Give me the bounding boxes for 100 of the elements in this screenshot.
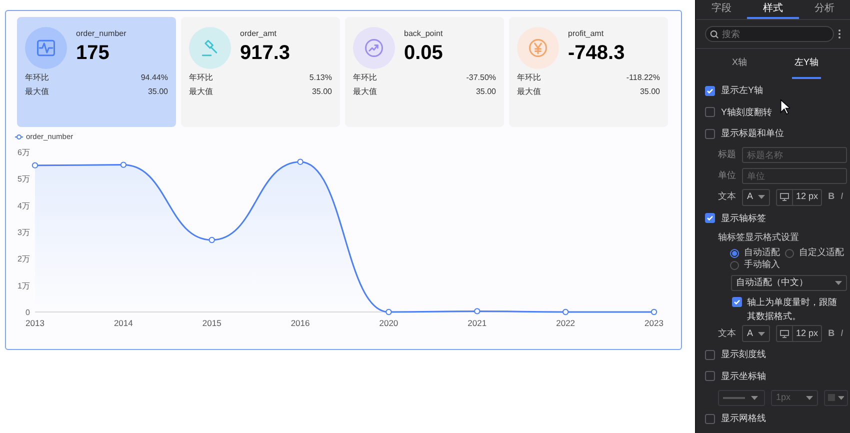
- metric-card[interactable]: order_amt 917.3 年环比 5.13% 最大值 35.00: [181, 17, 340, 127]
- panel-tab[interactable]: 字段: [696, 0, 748, 19]
- y-axis-label: 3万: [18, 228, 30, 237]
- data-point: [208, 236, 215, 244]
- y-axis-label: 5万: [18, 174, 30, 184]
- axis-tab[interactable]: X轴: [730, 49, 749, 79]
- stat-value: 94.44%: [140, 72, 168, 84]
- caret-icon: [758, 332, 766, 336]
- checkbox[interactable]: [705, 107, 715, 118]
- radio-button[interactable]: [730, 248, 739, 258]
- data-point: [474, 308, 480, 314]
- data-point: [120, 162, 127, 168]
- checkbox[interactable]: [705, 213, 715, 224]
- x-axis-label: 2022: [556, 318, 576, 328]
- x-axis-label: 2015: [202, 318, 222, 328]
- panel-tab[interactable]: 样式: [747, 0, 799, 19]
- checkbox[interactable]: [705, 86, 715, 96]
- yen-icon: [527, 37, 549, 59]
- metric-card[interactable]: back_point 0.05 年环比 -37.50% 最大值 35.00: [345, 17, 504, 127]
- font-size-value: 12 px: [795, 326, 820, 340]
- metric-name: order_amt: [240, 28, 278, 40]
- line-style-dropdown[interactable]: [718, 390, 765, 406]
- row-label: 文本: [718, 326, 736, 340]
- pulse-icon: [35, 37, 57, 59]
- stat-value: 35.00: [476, 86, 496, 98]
- checkbox[interactable]: [705, 128, 715, 139]
- section-heading: 轴标签显示格式设置: [717, 231, 800, 244]
- option-label: 显示轴标签: [721, 212, 766, 224]
- x-axis-label: 2014: [114, 318, 133, 328]
- data-point: [562, 308, 569, 316]
- x-axis-label: 2023: [644, 318, 664, 328]
- metric-value: -748.3: [568, 41, 625, 66]
- data-point: [32, 162, 38, 168]
- text-field[interactable]: 标题名称: [742, 147, 847, 163]
- data-point: [650, 308, 658, 316]
- option-label: 显示坐标轴: [721, 370, 766, 382]
- stat-value: -118.22%: [626, 72, 660, 84]
- format-dropdown[interactable]: 自动适配（中文）: [731, 275, 847, 291]
- metric-name: profit_amt: [568, 28, 605, 40]
- metric-name: back_point: [404, 28, 443, 40]
- option-label: 显示左Y轴: [721, 84, 764, 97]
- stat-label: 年环比: [353, 72, 377, 84]
- color-swatch: [828, 394, 834, 401]
- legend-marker-icon: [15, 134, 23, 140]
- panel-tab[interactable]: 分析: [798, 0, 850, 19]
- search-field[interactable]: 搜索: [705, 26, 834, 42]
- metric-value: 0.05: [404, 41, 443, 66]
- checkbox[interactable]: [732, 297, 742, 307]
- font-size-field[interactable]: 12 px: [776, 188, 822, 206]
- option-label: 轴上为单度量时，跟随其数据格式。: [747, 296, 838, 323]
- y-axis-label: 1万: [18, 281, 30, 290]
- bold-toggle[interactable]: B: [828, 190, 835, 204]
- stat-value: 35.00: [148, 86, 168, 98]
- radio-button[interactable]: [730, 260, 739, 270]
- metric-name: order_number: [76, 28, 126, 40]
- stat-label: 最大值: [517, 86, 541, 98]
- checkbox[interactable]: [705, 350, 715, 360]
- font-size-value: 12 px: [795, 190, 820, 204]
- metric-card[interactable]: order_number 175 年环比 94.44% 最大值 35.00: [17, 17, 176, 127]
- font-size-field[interactable]: 12 px: [776, 325, 822, 342]
- caret-icon: [838, 396, 844, 400]
- option-label: Y轴刻度翻转: [721, 106, 772, 118]
- italic-toggle[interactable]: I: [840, 326, 844, 340]
- metric-card[interactable]: profit_amt -748.3 年环比 -118.22% 最大值 35.00: [509, 17, 668, 127]
- row-label: 标题: [718, 148, 736, 162]
- stat-label: 年环比: [189, 72, 213, 84]
- stat-label: 年环比: [517, 72, 541, 84]
- radio-label: 手动输入: [744, 258, 780, 272]
- y-axis-label: 6万: [18, 148, 30, 157]
- monitor-icon: [780, 193, 790, 201]
- font-color-dropdown[interactable]: A: [742, 188, 770, 206]
- checkbox[interactable]: [705, 414, 715, 424]
- option-label: 显示标题和单位: [721, 127, 784, 140]
- bold-toggle[interactable]: B: [828, 326, 835, 340]
- option-label: 显示刻度线: [721, 348, 766, 361]
- y-axis-label: 4万: [18, 201, 30, 210]
- caret-icon: [835, 281, 842, 285]
- data-point: [386, 308, 392, 316]
- radio-button[interactable]: [785, 248, 794, 258]
- y-axis-label: 0: [26, 308, 30, 317]
- x-axis-label: 2016: [290, 318, 310, 328]
- stat-value: 5.13%: [309, 72, 332, 84]
- caret-icon: [806, 396, 813, 400]
- italic-toggle[interactable]: I: [840, 190, 844, 204]
- stat-label: 最大值: [189, 86, 213, 98]
- trend-icon: [363, 37, 385, 59]
- monitor-icon: [780, 330, 790, 338]
- stat-value: -37.50%: [466, 72, 496, 84]
- metric-value: 917.3: [240, 41, 290, 66]
- stat-label: 年环比: [25, 72, 49, 84]
- more-icon[interactable]: [838, 28, 841, 38]
- stat-value: 35.00: [312, 86, 332, 98]
- checkbox[interactable]: [705, 371, 715, 382]
- line-sample-icon: [723, 396, 745, 398]
- stat-value: 35.00: [640, 86, 660, 98]
- metric-value: 175: [76, 41, 110, 66]
- font-color-dropdown[interactable]: A: [742, 325, 770, 342]
- color-dropdown[interactable]: [824, 390, 848, 406]
- axis-tab[interactable]: 左Y轴: [792, 49, 820, 79]
- text-field[interactable]: 单位: [742, 168, 847, 184]
